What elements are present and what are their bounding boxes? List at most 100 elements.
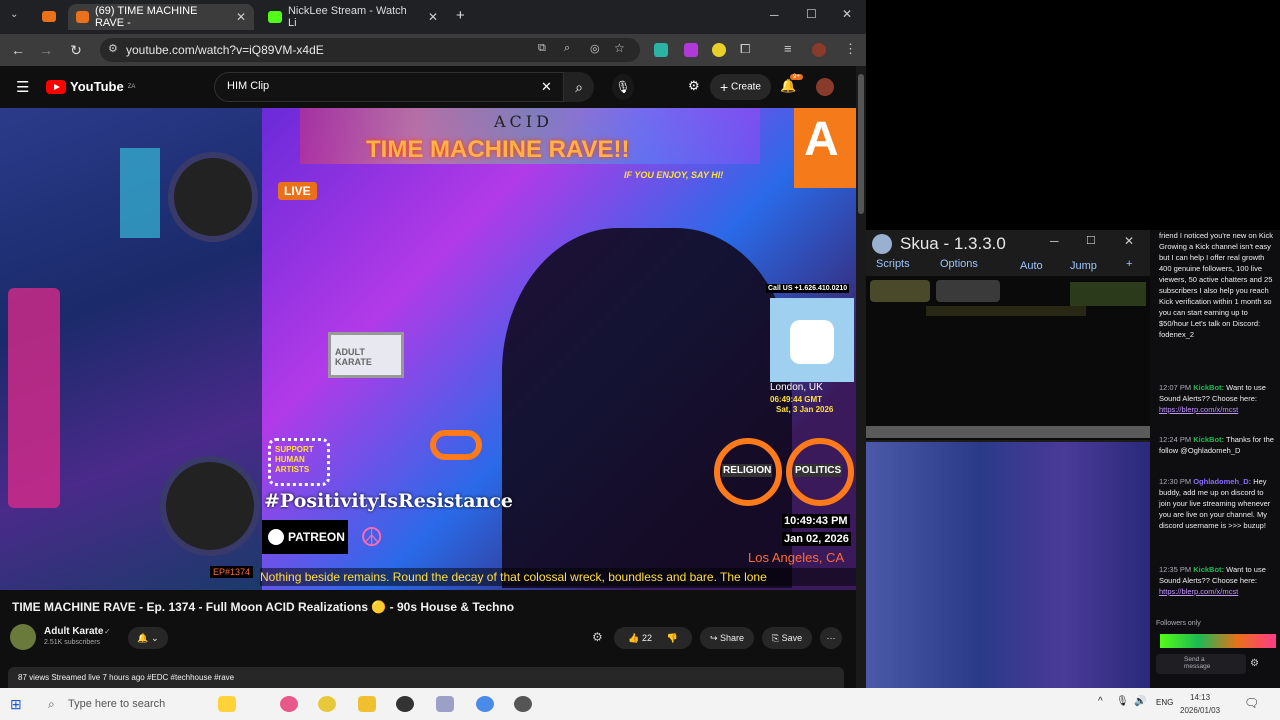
account-avatar[interactable] — [816, 78, 834, 96]
zoom-icon[interactable]: ⌕ — [564, 42, 570, 55]
bookmark-star-icon[interactable]: ☆ — [614, 41, 625, 55]
app-icon[interactable] — [280, 696, 298, 712]
like-icon[interactable]: 👍 — [628, 633, 639, 643]
create-button[interactable]: + Create — [710, 74, 771, 100]
channel-name[interactable]: Adult Karate — [44, 626, 103, 637]
chat-link[interactable]: https://blerp.com/x/mcst — [1159, 405, 1238, 414]
language-indicator[interactable]: ENG — [1156, 698, 1173, 707]
clear-search-icon[interactable]: ✕ — [541, 79, 552, 95]
studio-gear-icon[interactable]: ⚙ — [688, 78, 700, 94]
back-icon[interactable]: ← — [10, 42, 26, 58]
chat-input-placeholder: Send a message — [1184, 656, 1211, 670]
reload-icon[interactable]: ↻ — [68, 42, 84, 59]
close-window-icon[interactable]: ✕ — [842, 7, 852, 21]
bookmark-icon: ⎘ — [771, 633, 780, 643]
site-info-icon[interactable]: ⚙ — [108, 42, 118, 55]
browser-window: ⌄ (69) TIME MACHINE RAVE - ✕ NickLee Str… — [0, 0, 866, 688]
chat-username[interactable]: KickBot: — [1193, 435, 1224, 444]
eye-off-icon[interactable]: ◎ — [590, 42, 600, 55]
scrollbar-thumb[interactable] — [858, 74, 864, 214]
more-actions-button[interactable]: ⋯ — [820, 627, 842, 649]
forward-icon[interactable]: → — [38, 42, 54, 58]
hamburger-icon[interactable]: ☰ — [16, 78, 29, 96]
chat-settings-icon[interactable]: ⚙ — [1250, 658, 1259, 669]
like-count[interactable]: 22 — [642, 633, 652, 643]
reading-list-icon[interactable]: ≡ — [784, 41, 792, 56]
puzzle-icon[interactable]: ⧠ — [740, 41, 750, 57]
skua-minimize-icon[interactable]: ─ — [1050, 234, 1059, 248]
minimize-icon[interactable]: ─ — [770, 8, 779, 22]
maximize-icon[interactable]: ☐ — [806, 7, 817, 21]
extension-gear-icon[interactable]: ⚙ — [592, 630, 603, 644]
subscriber-count: 2.51K subscribers — [44, 639, 101, 646]
system-clock[interactable]: 14:13 2026/01/03 — [1180, 691, 1220, 717]
video-player[interactable]: ACID TIME MACHINE RAVE!! IF YOU ENJOY, S… — [0, 108, 856, 590]
profile-avatar[interactable] — [812, 43, 826, 57]
skua-menu-jump[interactable]: Jump — [1070, 260, 1097, 272]
new-tab-icon[interactable]: + — [456, 7, 465, 24]
skua-logo-icon — [872, 234, 892, 254]
skua-menu-add[interactable]: + — [1126, 258, 1132, 270]
page-scrollbar[interactable] — [856, 66, 866, 688]
app-icon[interactable] — [396, 696, 414, 712]
chrome-icon[interactable] — [476, 696, 494, 712]
chat-username[interactable]: KickBot: — [1193, 565, 1224, 574]
extension-icon[interactable] — [712, 43, 726, 57]
chrome-icon[interactable] — [318, 696, 336, 712]
notification-center-icon[interactable]: 🗨 — [1244, 696, 1259, 710]
patreon-icon — [268, 529, 284, 545]
chat-input[interactable]: Send a message — [1156, 654, 1246, 674]
share-button[interactable]: ↪ Share — [700, 627, 754, 649]
volume-icon[interactable]: 🔊 — [1134, 696, 1146, 707]
close-tab-icon[interactable]: ✕ — [428, 10, 438, 24]
cast-icon[interactable]: ⧉ — [538, 42, 546, 55]
dislike-icon[interactable]: 👎 — [667, 633, 678, 643]
subscribed-bell-button[interactable]: 🔔 ⌄ — [128, 627, 168, 649]
acid-text: ACID — [494, 112, 553, 131]
search-input[interactable] — [227, 80, 527, 92]
game-viewport[interactable] — [866, 276, 1150, 440]
youtube-favicon-icon — [76, 11, 89, 23]
skua-menu-options[interactable]: Options — [940, 258, 978, 270]
extension-icon[interactable] — [654, 43, 668, 57]
la-place: Los Angeles, CA — [748, 550, 845, 565]
region-code: ZA — [127, 83, 136, 90]
peace-icon: ☮ — [360, 522, 384, 552]
tray-chevron-icon[interactable]: ^ — [1098, 696, 1103, 707]
chat-username[interactable]: KickBot: — [1193, 383, 1224, 392]
app-icon[interactable] — [436, 696, 454, 712]
app-icon[interactable] — [514, 696, 532, 712]
menu-kebab-icon[interactable]: ⋮ — [844, 41, 857, 57]
tab-group-icon[interactable] — [42, 11, 56, 22]
widgets-icon[interactable] — [218, 696, 236, 712]
skua-maximize-icon[interactable]: ☐ — [1086, 234, 1096, 247]
tab-list-icon[interactable]: ⌄ — [10, 9, 18, 20]
file-explorer-icon[interactable] — [358, 696, 376, 712]
support-badge: SUPPORT HUMAN ARTISTS — [268, 438, 330, 486]
youtube-logo[interactable]: YouTube ZA — [46, 79, 135, 94]
close-tab-icon[interactable]: ✕ — [236, 10, 246, 24]
url-text: youtube.com/watch?v=iQ89VM-x4dE — [126, 43, 324, 57]
channel-avatar[interactable] — [10, 624, 36, 650]
tab-kick[interactable]: NickLee Stream - Watch Li ✕ — [260, 4, 446, 30]
chat-link[interactable]: https://blerp.com/x/mcst — [1159, 587, 1238, 596]
omnibox[interactable]: ⚙ youtube.com/watch?v=iQ89VM-x4dE ⧉ ⌕ ◎ … — [100, 38, 640, 62]
mic-icon[interactable]: 🎙 — [612, 74, 634, 100]
skua-menu-auto[interactable]: Auto — [1020, 260, 1043, 272]
skua-title: Skua - 1.3.3.0 — [900, 234, 1006, 253]
search-button[interactable]: ⌕ — [564, 72, 594, 102]
tab-youtube[interactable]: (69) TIME MACHINE RAVE - ✕ — [68, 4, 254, 30]
chat-username[interactable]: Oghladomeh_D: — [1193, 477, 1251, 486]
description-box[interactable]: 87 views Streamed live 7 hours ago #EDC … — [8, 667, 844, 688]
windows-start-icon[interactable]: ⊞ — [10, 696, 22, 713]
extension-icon[interactable] — [684, 43, 698, 57]
save-button[interactable]: ⎘ Save — [762, 627, 812, 649]
logo-text: YouTube — [70, 79, 124, 94]
emote-row[interactable] — [1160, 634, 1276, 648]
cat-icon — [770, 298, 854, 382]
skua-menu-scripts[interactable]: Scripts — [876, 258, 910, 270]
youtube-header: ☰ YouTube ZA ✕ ⌕ 🎙 ⚙ + Create 🔔 9+ — [0, 66, 856, 108]
skua-close-icon[interactable]: ✕ — [1124, 234, 1134, 248]
mic-tray-icon[interactable]: 🎙 — [1116, 696, 1129, 707]
bell-icon[interactable]: 🔔 — [780, 78, 796, 94]
